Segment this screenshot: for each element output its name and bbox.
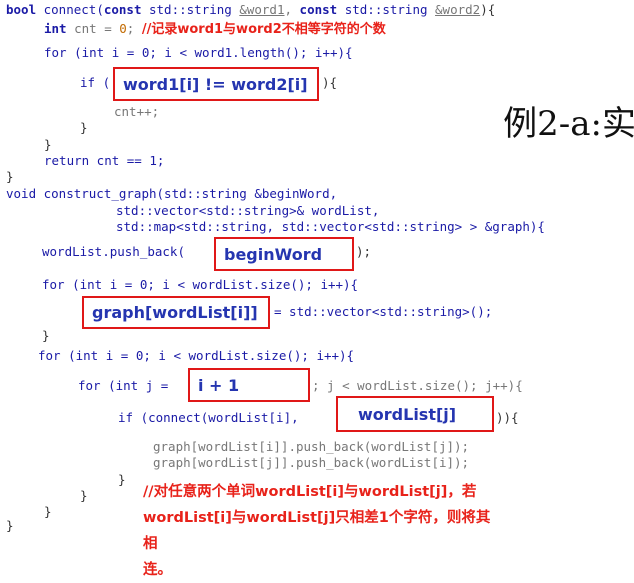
brace-close: }	[6, 518, 14, 533]
push-back-call: wordList.push_back(	[42, 244, 185, 259]
for-loop-init: for (int i = 0; i < wordList.size(); i++…	[42, 277, 359, 292]
if-close: ){	[322, 75, 338, 90]
construct-graph-signature: void construct_graph(std::string &beginW…	[6, 186, 338, 201]
slide-title: 例2-a:实	[503, 104, 634, 144]
if-connect: if (connect(wordList[i],	[118, 410, 299, 425]
note-line: wordList[i]与wordList[j]只相差1个字符，则将其相	[143, 510, 491, 552]
connect-signature: bool connect(const std::string &word1, c…	[6, 2, 496, 17]
note-line: //对任意两个单词wordList[i]与wordList[j]，若	[143, 484, 477, 500]
push-back-close: );	[356, 244, 372, 259]
brace-close: }	[42, 328, 50, 343]
if-open: if (	[80, 75, 111, 90]
cnt-declaration: int cnt = 0; //记录word1与word2不相等字符的个数	[44, 21, 386, 37]
if-connect-close: )){	[496, 410, 519, 425]
cnt-comment: //记录word1与word2不相等字符的个数	[141, 22, 386, 37]
brace-close: }	[80, 120, 88, 135]
graph-init-box: graph[wordList[i]]	[82, 296, 270, 329]
note-line: 连。	[143, 562, 172, 578]
brace-close: }	[44, 504, 52, 519]
for-loop-word1: for (int i = 0; i < word1.length(); i++)…	[44, 45, 353, 60]
for-loop-inner: for (int j =	[78, 378, 169, 393]
brace-close: }	[44, 137, 52, 152]
begin-word-box: beginWord	[214, 237, 354, 271]
connect-note: //对任意两个单词wordList[i]与wordList[j]，若 wordL…	[143, 479, 503, 583]
graph-push-i: graph[wordList[i]].push_back(wordList[j]…	[153, 439, 470, 454]
return-statement: return cnt == 1;	[44, 153, 165, 168]
condition-box: word1[i] != word2[i]	[113, 67, 319, 101]
wordlist-param: std::vector<std::string>& wordList,	[116, 203, 380, 218]
j-init-box: i + 1	[188, 368, 310, 402]
second-arg-box: wordList[j]	[336, 396, 494, 432]
brace-close: }	[6, 169, 14, 184]
for-loop-outer: for (int i = 0; i < wordList.size(); i++…	[38, 348, 355, 363]
graph-push-j: graph[wordList[j]].push_back(wordList[i]…	[153, 455, 470, 470]
vector-assign: = std::vector<std::string>();	[274, 304, 493, 319]
graph-param: std::map<std::string, std::vector<std::s…	[116, 219, 545, 234]
brace-close: }	[118, 472, 126, 487]
cnt-increment: cnt++;	[114, 104, 160, 119]
for-loop-inner-tail: ; j < wordList.size(); j++){	[312, 378, 523, 393]
brace-close: }	[80, 488, 88, 503]
